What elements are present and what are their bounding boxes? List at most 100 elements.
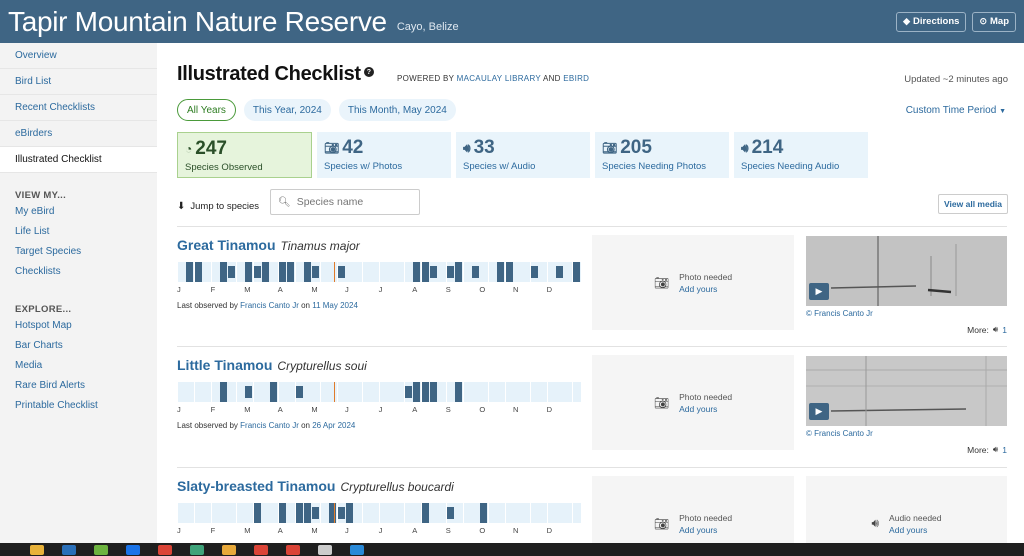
app-icon[interactable] xyxy=(222,544,236,555)
sidebar-item-ebirders[interactable]: eBirders xyxy=(0,121,157,147)
more-media[interactable]: More: 🔊︎ 1 xyxy=(967,324,1007,335)
stat-species-audio[interactable]: 🔊︎ 33 Species w/ Audio xyxy=(456,132,590,178)
updated-text: Updated ~2 minutes ago xyxy=(904,74,1008,85)
frequency-barchart[interactable] xyxy=(178,503,582,523)
frequency-barchart[interactable] xyxy=(178,262,582,282)
play-icon[interactable]: ▶ xyxy=(809,403,829,420)
frequency-bar xyxy=(572,503,581,523)
frequency-bar xyxy=(228,503,237,523)
custom-time-period-dropdown[interactable]: Custom Time Period ▼ xyxy=(906,105,1006,116)
app-icon[interactable] xyxy=(62,544,76,555)
frequency-bar xyxy=(278,382,287,402)
observation-date-link[interactable]: 11 May 2024 xyxy=(312,301,358,310)
species-common-name[interactable]: Slaty-breasted Tinamou xyxy=(177,478,335,494)
species-search[interactable]: 🔍︎ xyxy=(270,189,420,215)
frequency-barchart[interactable] xyxy=(178,382,582,402)
browser-icon[interactable] xyxy=(126,544,140,555)
app-icon[interactable] xyxy=(94,544,108,555)
browser-icon[interactable] xyxy=(286,544,300,555)
sidebar-item-overview[interactable]: Overview xyxy=(0,43,157,69)
photo-needed-box[interactable]: 📷︎ Photo needed Add yours xyxy=(592,476,794,543)
stat-species-observed[interactable]: ◔ 247 Species Observed xyxy=(177,132,312,178)
sidebar-item-illustrated-checklist[interactable]: Illustrated Checklist xyxy=(0,147,157,173)
species-common-name[interactable]: Little Tinamou xyxy=(177,357,272,373)
month-label: N xyxy=(513,285,519,294)
tab-this-year[interactable]: This Year, 2024 xyxy=(243,99,331,121)
sidebar-link-checklists[interactable]: Checklists xyxy=(0,261,157,281)
directions-label: Directions xyxy=(912,16,960,27)
photo-needed-box[interactable]: 📷︎ Photo needed Add yours xyxy=(592,235,794,330)
add-audio-link[interactable]: Add yours xyxy=(889,524,941,536)
observer-link[interactable]: Francis Canto Jr xyxy=(240,301,299,310)
browser-icon[interactable] xyxy=(158,544,172,555)
ebird-link[interactable]: EBIRD xyxy=(563,74,589,83)
frequency-bar xyxy=(446,382,455,402)
app-icon[interactable] xyxy=(318,544,332,555)
play-icon[interactable]: ▶ xyxy=(809,283,829,300)
frequency-bar xyxy=(556,382,564,402)
site-title[interactable]: Tapir Mountain Nature Reserve xyxy=(8,6,387,38)
stat-species-photos[interactable]: 📷︎ 42 Species w/ Photos xyxy=(317,132,451,178)
media-credit[interactable]: © Francis Canto Jr xyxy=(806,429,873,438)
app-icon[interactable] xyxy=(350,544,364,555)
frequency-bar xyxy=(556,262,564,282)
frequency-bar xyxy=(362,262,371,282)
frequency-bar xyxy=(497,382,506,402)
sidebar-link-life-list[interactable]: Life List xyxy=(0,221,157,241)
month-label: N xyxy=(513,405,519,414)
search-input[interactable] xyxy=(296,196,417,208)
tab-this-month[interactable]: This Month, May 2024 xyxy=(338,99,456,121)
audio-spectrogram[interactable]: ▶ xyxy=(806,236,1007,306)
main-content: Illustrated Checklist? POWERED BY MACAUL… xyxy=(157,43,1024,543)
app-icon[interactable] xyxy=(190,544,204,555)
sidebar-link-my-ebird[interactable]: My eBird xyxy=(0,201,157,221)
more-media[interactable]: More: 🔊︎ 1 xyxy=(967,444,1007,455)
speaker-needed-icon: 🔊︎ xyxy=(741,141,749,155)
add-photo-link[interactable]: Add yours xyxy=(679,403,732,415)
frequency-bar-fill xyxy=(262,262,269,282)
add-photo-link[interactable]: Add yours xyxy=(679,283,732,295)
month-label: M xyxy=(244,405,251,414)
folder-icon[interactable] xyxy=(30,544,44,555)
sidebar-link-media[interactable]: Media xyxy=(0,355,157,375)
frequency-bar xyxy=(228,262,237,282)
frequency-bar xyxy=(488,262,497,282)
media-credit[interactable]: © Francis Canto Jr xyxy=(806,309,873,318)
help-icon[interactable]: ? xyxy=(363,67,374,77)
sidebar-item-recent-checklists[interactable]: Recent Checklists xyxy=(0,95,157,121)
macaulay-link[interactable]: MACAULAY LIBRARY xyxy=(457,74,541,83)
add-photo-link[interactable]: Add yours xyxy=(679,524,732,536)
browser-icon[interactable] xyxy=(254,544,268,555)
observation-date-link[interactable]: 26 Apr 2024 xyxy=(312,421,355,430)
observer-link[interactable]: Francis Canto Jr xyxy=(240,421,299,430)
photo-needed-box[interactable]: 📷︎ Photo needed Add yours xyxy=(592,355,794,450)
sidebar-link-target-species[interactable]: Target Species xyxy=(0,241,157,261)
sidebar-item-bird-list[interactable]: Bird List xyxy=(0,69,157,95)
species-row: Great Tinamou Tinamus major JFMAMJJASOND … xyxy=(177,229,1007,339)
stat-needing-photos[interactable]: 📷︎ 205 Species Needing Photos xyxy=(595,132,729,178)
sidebar-link-printable-checklist[interactable]: Printable Checklist xyxy=(0,395,157,415)
stat-needing-audio[interactable]: 🔊︎ 214 Species Needing Audio xyxy=(734,132,868,178)
frequency-bar-fill xyxy=(228,266,236,278)
frequency-bar xyxy=(438,503,447,523)
sidebar-link-rare-bird-alerts[interactable]: Rare Bird Alerts xyxy=(0,375,157,395)
frequency-bar xyxy=(396,382,405,402)
view-all-media-button[interactable]: View all media xyxy=(938,194,1008,214)
frequency-bar xyxy=(320,382,329,402)
frequency-bar xyxy=(329,382,338,402)
sidebar-link-bar-charts[interactable]: Bar Charts xyxy=(0,335,157,355)
sidebar-link-hotspot-map[interactable]: Hotspot Map xyxy=(0,315,157,335)
month-label: A xyxy=(412,405,418,414)
frequency-bar xyxy=(379,262,388,282)
audio-spectrogram[interactable]: ▶ xyxy=(806,356,1007,426)
species-common-name[interactable]: Great Tinamou xyxy=(177,237,276,253)
frequency-bar-fill xyxy=(245,386,253,398)
directions-button[interactable]: ◆ Directions xyxy=(896,11,967,32)
tab-all-years[interactable]: All Years xyxy=(177,99,236,121)
frequency-bar xyxy=(203,262,212,282)
frequency-bar xyxy=(505,503,514,523)
audio-needed-box[interactable]: 🔊︎ Audio needed Add yours xyxy=(806,476,1007,543)
map-button[interactable]: ⊙ Map xyxy=(972,11,1016,32)
frequency-bar xyxy=(480,382,489,402)
month-label: S xyxy=(445,526,451,535)
